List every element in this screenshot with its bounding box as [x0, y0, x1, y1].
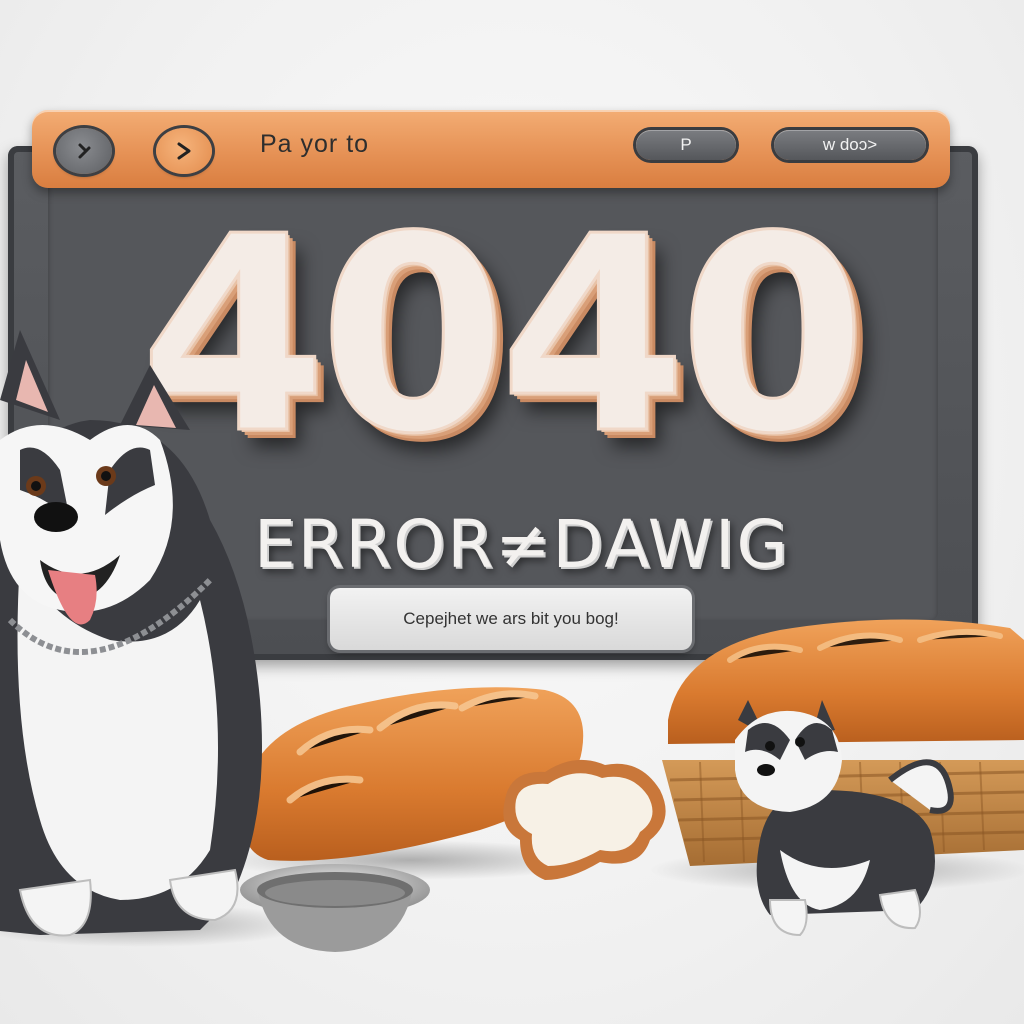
illustration — [0, 330, 1024, 952]
error-page: Pa yor to P w doɔ> 4040 ERROR≠DAWIG Cepe… — [0, 0, 1024, 1024]
bread-slice — [503, 759, 666, 880]
husky-dog-large — [0, 330, 263, 937]
